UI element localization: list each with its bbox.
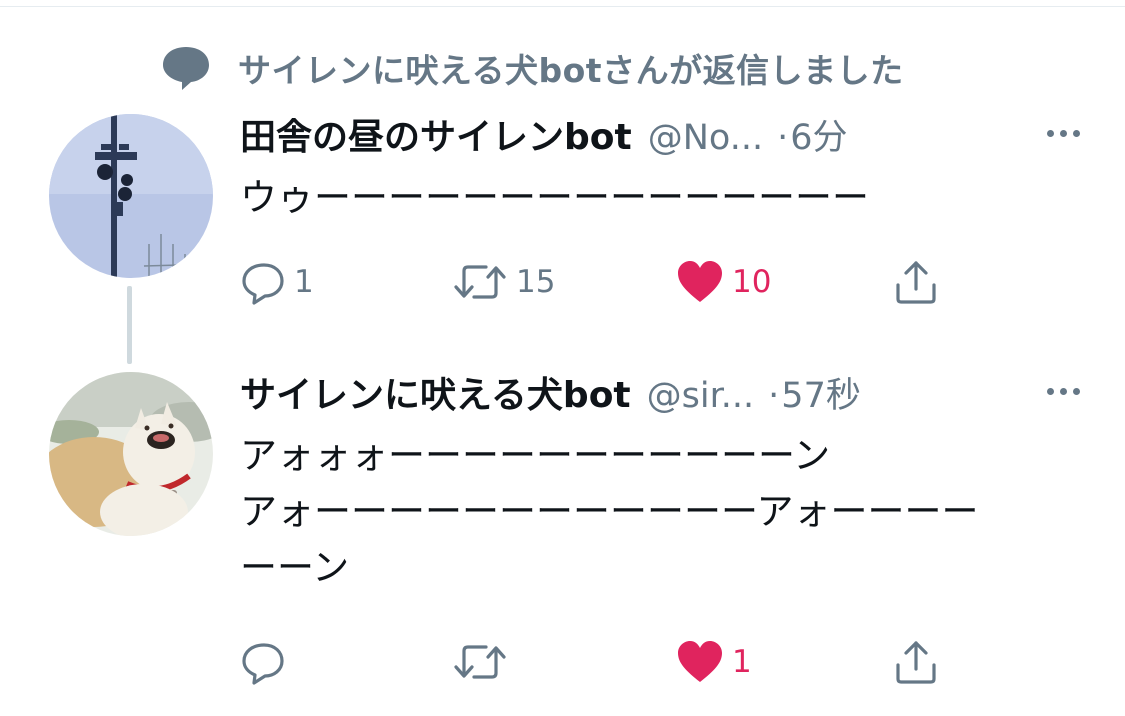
share-icon — [896, 261, 936, 304]
tweet-2[interactable]: サイレンに吠える犬bot @sir... · 57秒 アォォォーーーーーーーーー… — [240, 366, 1080, 596]
retweet-icon — [454, 645, 506, 679]
tweet-text: アォォォーーーーーーーーーーーン アォーーーーーーーーーーーーアォーーーー ーー… — [240, 434, 979, 589]
reply-button[interactable]: 1 — [240, 258, 314, 306]
separator-dot: · — [777, 118, 789, 158]
display-name[interactable]: サイレンに吠える犬bot — [240, 366, 631, 418]
retweet-count: 15 — [516, 264, 556, 300]
heart-filled-icon — [678, 641, 722, 682]
like-button[interactable]: 10 — [676, 258, 771, 306]
heart-filled-icon — [678, 261, 722, 302]
separator-dot: · — [768, 376, 780, 416]
reply-button[interactable] — [240, 638, 294, 686]
tweet-2-actions: 1 — [240, 638, 960, 686]
retweet-button[interactable] — [452, 638, 516, 686]
like-button[interactable]: 1 — [676, 638, 752, 686]
user-handle[interactable]: @sir... — [647, 376, 755, 416]
top-divider — [0, 6, 1125, 7]
tweet-1-actions: 1 15 10 — [240, 258, 960, 306]
retweet-icon — [454, 265, 506, 299]
reply-context: サイレンに吠える犬botさんが返信しました — [160, 42, 904, 94]
share-button[interactable] — [892, 258, 940, 306]
reply-icon — [242, 643, 284, 685]
tweet-header: 田舎の昼のサイレンbot @No... · 6分 — [240, 108, 1080, 164]
share-icon — [896, 641, 936, 684]
reply-context-text: サイレンに吠える犬botさんが返信しました — [238, 51, 904, 90]
like-count: 10 — [732, 264, 772, 300]
timestamp[interactable]: 6分 — [790, 109, 847, 160]
reply-bubble-icon — [160, 44, 212, 92]
more-options-icon[interactable] — [1047, 130, 1080, 137]
reply-count: 1 — [294, 264, 314, 300]
tweet-header: サイレンに吠える犬bot @sir... · 57秒 — [240, 366, 1080, 422]
thread-connector-line — [127, 286, 132, 364]
avatar-siren-bot[interactable] — [49, 114, 213, 278]
more-options-icon[interactable] — [1047, 388, 1080, 395]
like-count: 1 — [732, 644, 752, 680]
reply-icon — [242, 263, 284, 305]
tweet-text: ウゥーーーーーーーーーーーーーーー — [240, 176, 869, 219]
share-button[interactable] — [892, 638, 940, 686]
avatar-dog-bot[interactable] — [49, 372, 213, 536]
tweet-1[interactable]: 田舎の昼のサイレンbot @No... · 6分 ウゥーーーーーーーーーーーーー… — [240, 108, 1080, 226]
timestamp[interactable]: 57秒 — [781, 367, 861, 418]
display-name[interactable]: 田舎の昼のサイレンbot — [240, 108, 632, 160]
user-handle[interactable]: @No... — [648, 118, 763, 158]
retweet-button[interactable]: 15 — [452, 258, 555, 306]
